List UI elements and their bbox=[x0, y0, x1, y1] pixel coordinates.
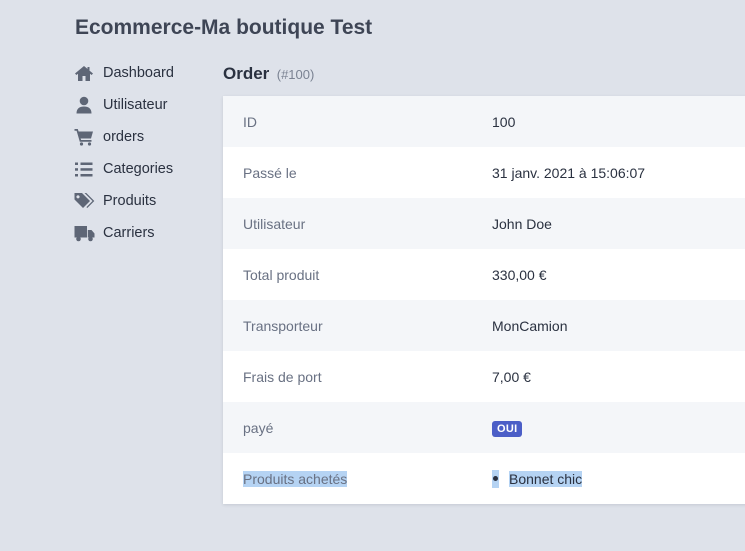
sidebar-item-label: Dashboard bbox=[103, 65, 174, 81]
row-label: Frais de port bbox=[243, 368, 322, 385]
truck-icon bbox=[74, 223, 96, 243]
sidebar-item-carriers[interactable]: Carriers bbox=[74, 217, 214, 249]
detail-row-carrier: Transporteur MonCamion bbox=[223, 300, 745, 351]
sidebar-item-orders[interactable]: orders bbox=[74, 121, 214, 153]
row-value: 330,00 € bbox=[492, 266, 547, 283]
sidebar-item-categories[interactable]: Categories bbox=[74, 153, 214, 185]
row-value: MonCamion bbox=[492, 317, 568, 334]
products-label: Produits achetés bbox=[243, 470, 348, 487]
sidebar-item-label: Produits bbox=[103, 193, 157, 209]
sidebar-item-label: Utilisateur bbox=[103, 97, 168, 113]
sidebar-item-label: Categories bbox=[103, 161, 174, 177]
row-value: OUI bbox=[492, 419, 523, 437]
sidebar-item-label: Carriers bbox=[103, 225, 155, 241]
sidebar: Dashboard Utilisateur orders Categories … bbox=[74, 57, 214, 249]
row-label: Total produit bbox=[243, 266, 320, 283]
detail-row-date: Passé le 31 janv. 2021 à 15:06:07 bbox=[223, 147, 745, 198]
order-detail-card: ID 100 Passé le 31 janv. 2021 à 15:06:07… bbox=[223, 96, 745, 504]
row-label: payé bbox=[243, 419, 274, 436]
home-icon bbox=[74, 63, 96, 83]
row-label: Transporteur bbox=[243, 317, 323, 334]
row-label: ID bbox=[243, 113, 257, 130]
row-value: 100 bbox=[492, 113, 516, 130]
row-value: John Doe bbox=[492, 215, 552, 232]
row-value: 31 janv. 2021 à 15:06:07 bbox=[492, 164, 646, 181]
sidebar-item-produits[interactable]: Produits bbox=[74, 185, 214, 217]
row-label: Passé le bbox=[243, 164, 297, 181]
page-subtitle: (#100) bbox=[276, 67, 315, 82]
shopping-cart-icon bbox=[74, 127, 96, 147]
sidebar-item-label: orders bbox=[103, 129, 145, 145]
detail-row-user: Utilisateur John Doe bbox=[223, 198, 745, 249]
row-label: Produits achetés bbox=[223, 470, 492, 487]
app-title[interactable]: Ecommerce-Ma boutique Test bbox=[75, 16, 372, 40]
row-value: 7,00 € bbox=[492, 368, 531, 385]
sidebar-item-utilisateur[interactable]: Utilisateur bbox=[74, 89, 214, 121]
list-icon bbox=[74, 159, 96, 179]
page-title: Order bbox=[223, 64, 270, 83]
bullet-icon bbox=[492, 469, 499, 488]
detail-row-shipping: Frais de port 7,00 € bbox=[223, 351, 745, 402]
product-item: Bonnet chic bbox=[509, 470, 583, 487]
sidebar-item-dashboard[interactable]: Dashboard bbox=[74, 57, 214, 89]
detail-row-products: Produits achetés Bonnet chic bbox=[223, 453, 745, 504]
detail-row-paid: payé OUI bbox=[223, 402, 745, 453]
tags-icon bbox=[74, 191, 96, 211]
row-label: Utilisateur bbox=[243, 215, 306, 232]
product-list: Bonnet chic bbox=[492, 469, 583, 488]
detail-row-total: Total produit 330,00 € bbox=[223, 249, 745, 300]
paid-status-badge: OUI bbox=[492, 420, 523, 437]
user-icon bbox=[74, 95, 96, 115]
detail-row-id: ID 100 bbox=[223, 96, 745, 147]
page-header: Order (#100) bbox=[223, 64, 314, 84]
